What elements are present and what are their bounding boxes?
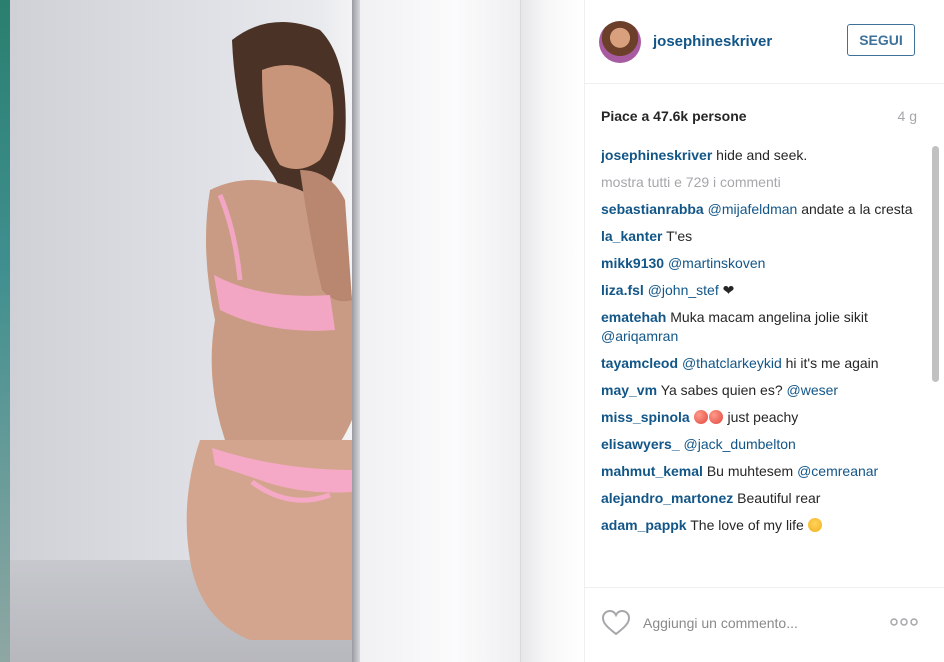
list-item: ematehah Muka macam angelina jolie sikit… bbox=[601, 308, 921, 346]
list-item: sebastianrabba @mijafeldman andate a la … bbox=[601, 200, 921, 219]
comment-mention[interactable]: @mijafeldman bbox=[708, 201, 798, 217]
comment-username[interactable]: tayamcleod bbox=[601, 355, 678, 371]
comment-username[interactable]: may_vm bbox=[601, 382, 657, 398]
comments-list: josephineskriver hide and seek. mostra t… bbox=[601, 146, 921, 584]
comment-input[interactable] bbox=[643, 612, 873, 634]
list-item: miss_spinola just peachy bbox=[601, 408, 921, 427]
show-all-comments-link[interactable]: mostra tutti e 729 i commenti bbox=[601, 173, 921, 192]
list-item: la_kanter T'es bbox=[601, 227, 921, 246]
comment-text: Ya sabes quien es? bbox=[660, 382, 783, 398]
comment-text: ❤ bbox=[722, 282, 735, 298]
likes-count[interactable]: Piace a 47.6k persone bbox=[601, 108, 747, 124]
comment-text: just peachy bbox=[727, 409, 799, 425]
comment-username[interactable]: miss_spinola bbox=[601, 409, 690, 425]
comment-text: andate a la cresta bbox=[801, 201, 913, 217]
comment-mention[interactable]: @thatclarkeykid bbox=[682, 355, 782, 371]
caption: josephineskriver hide and seek. bbox=[601, 146, 921, 165]
comment-username[interactable]: josephineskriver bbox=[601, 147, 712, 163]
peach-emoji-icon bbox=[708, 410, 723, 424]
comment-text: hi it's me again bbox=[785, 355, 879, 371]
more-dots-icon[interactable] bbox=[889, 616, 919, 628]
likes-row: Piace a 47.6k persone 4 g bbox=[601, 108, 917, 128]
comment-mention[interactable]: @cemreanar bbox=[797, 463, 878, 479]
peach-emoji-icon bbox=[693, 410, 708, 424]
post-time[interactable]: 4 g bbox=[898, 108, 917, 124]
comment-text: The love of my life bbox=[690, 517, 804, 533]
comment-text: Muka macam angelina jolie sikit bbox=[670, 309, 868, 325]
comment-username[interactable]: elisawyers_ bbox=[601, 436, 680, 452]
list-item: mahmut_kemal Bu muhtesem @cemreanar bbox=[601, 462, 921, 481]
author-username[interactable]: josephineskriver bbox=[653, 33, 772, 50]
avatar[interactable] bbox=[599, 21, 641, 63]
comment-username[interactable]: la_kanter bbox=[601, 228, 662, 244]
list-item: elisawyers_ @jack_dumbelton bbox=[601, 435, 921, 454]
comment-username[interactable]: alejandro_martonez bbox=[601, 490, 733, 506]
comment-text: Beautiful rear bbox=[737, 490, 821, 506]
post-photo[interactable] bbox=[0, 0, 584, 662]
list-item: adam_pappk The love of my life bbox=[601, 516, 921, 535]
follow-button[interactable]: SEGUI bbox=[847, 24, 915, 56]
list-item: mikk9130 @martinskoven bbox=[601, 254, 921, 273]
comment-username[interactable]: sebastianrabba bbox=[601, 201, 704, 217]
list-item: may_vm Ya sabes quien es? @weser bbox=[601, 381, 921, 400]
photo-figure bbox=[186, 22, 352, 640]
comment-mention[interactable]: @ariqamran bbox=[601, 328, 678, 344]
comment-username[interactable]: mahmut_kemal bbox=[601, 463, 703, 479]
heart-eyes-emoji-icon bbox=[807, 518, 822, 532]
list-item: alejandro_martonez Beautiful rear bbox=[601, 489, 921, 508]
post-header: josephineskriver SEGUI bbox=[585, 0, 944, 84]
comment-mention[interactable]: @jack_dumbelton bbox=[684, 436, 796, 452]
list-item: tayamcleod @thatclarkeykid hi it's me ag… bbox=[601, 354, 921, 373]
wall-edge bbox=[352, 0, 360, 662]
comment-username[interactable]: ematehah bbox=[601, 309, 666, 325]
comments-scrollbar[interactable] bbox=[931, 146, 939, 584]
scrollbar-thumb[interactable] bbox=[932, 146, 939, 382]
comment-text: T'es bbox=[666, 228, 693, 244]
comment-username[interactable]: mikk9130 bbox=[601, 255, 664, 271]
comment-text: Bu muhtesem bbox=[706, 463, 794, 479]
comment-username[interactable]: adam_pappk bbox=[601, 517, 687, 533]
comment-mention[interactable]: @martinskoven bbox=[668, 255, 765, 271]
comment-bar bbox=[585, 587, 944, 662]
post-sidebar: josephineskriver SEGUI Piace a 47.6k per… bbox=[584, 0, 944, 662]
comment-mention[interactable]: @weser bbox=[787, 382, 839, 398]
list-item: liza.fsl @john_stef ❤ bbox=[601, 281, 921, 300]
door-frame bbox=[520, 0, 584, 662]
comment-text: hide and seek. bbox=[716, 147, 808, 163]
heart-outline-icon[interactable] bbox=[601, 609, 631, 637]
comment-username[interactable]: liza.fsl bbox=[601, 282, 644, 298]
comment-mention[interactable]: @john_stef bbox=[648, 282, 719, 298]
wall bbox=[360, 0, 520, 662]
